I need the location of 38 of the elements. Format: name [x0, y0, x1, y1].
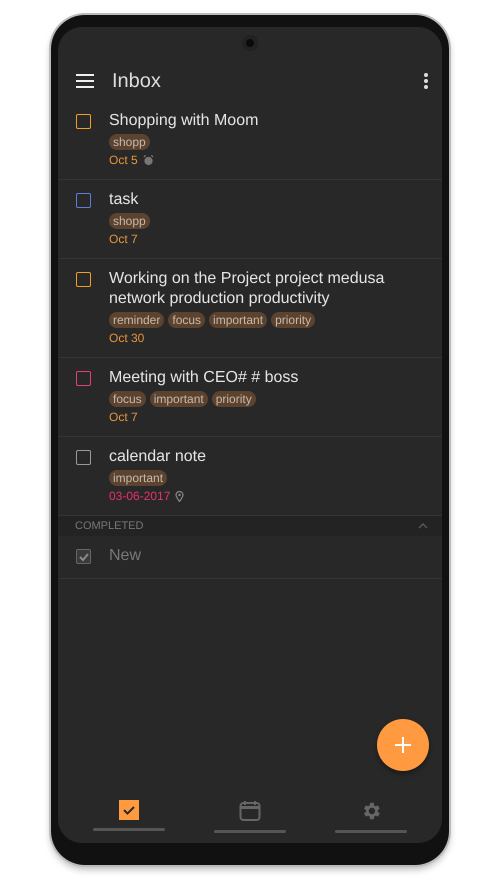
tag-chip: reminder [109, 312, 164, 328]
task-title[interactable]: Shopping with Moom [109, 111, 258, 131]
tag-chip: focus [168, 312, 206, 328]
task-checkbox[interactable] [76, 450, 91, 465]
tag-chip: focus [109, 391, 146, 407]
task-title[interactable]: Working on the Project project medusa network production productivity [109, 269, 424, 309]
due-date: Oct 5 [109, 153, 138, 167]
tag-chip: important [109, 470, 168, 486]
add-button[interactable] [377, 719, 429, 771]
task-checkbox[interactable] [76, 272, 91, 287]
task-title[interactable]: task [109, 190, 150, 210]
tag-chip: shopp [109, 134, 150, 150]
due-date: Oct 7 [109, 410, 138, 424]
chevron-icon [418, 523, 428, 529]
due-date: Oct 7 [109, 232, 138, 246]
completed-header[interactable]: COMPLETED [58, 516, 442, 536]
camera-icon [242, 35, 258, 51]
checkmark-icon [78, 552, 88, 562]
task-title[interactable]: calendar note [109, 447, 206, 467]
task-checkbox[interactable] [76, 193, 91, 208]
due-date: 03-06-2017 [109, 489, 170, 503]
section-label: COMPLETED [75, 520, 144, 532]
tag-chip: priority [212, 391, 256, 407]
tag-chip: shopp [109, 213, 150, 229]
tag-chip: priority [271, 312, 316, 328]
task-checkbox[interactable] [76, 371, 91, 386]
tag-chip: important [209, 312, 268, 328]
screen-title: Inbox [112, 70, 162, 92]
location-pin-icon [175, 490, 184, 502]
task-checkbox[interactable] [76, 114, 91, 129]
more-icon[interactable] [424, 73, 428, 89]
plus-icon [394, 736, 412, 754]
task-title[interactable]: Meeting with CEO# # boss [109, 368, 298, 388]
tag-chip: important [150, 391, 208, 407]
menu-icon[interactable] [76, 74, 94, 88]
due-date: Oct 30 [109, 331, 144, 345]
alarm-icon [142, 154, 154, 166]
task-checkbox[interactable] [76, 549, 91, 564]
